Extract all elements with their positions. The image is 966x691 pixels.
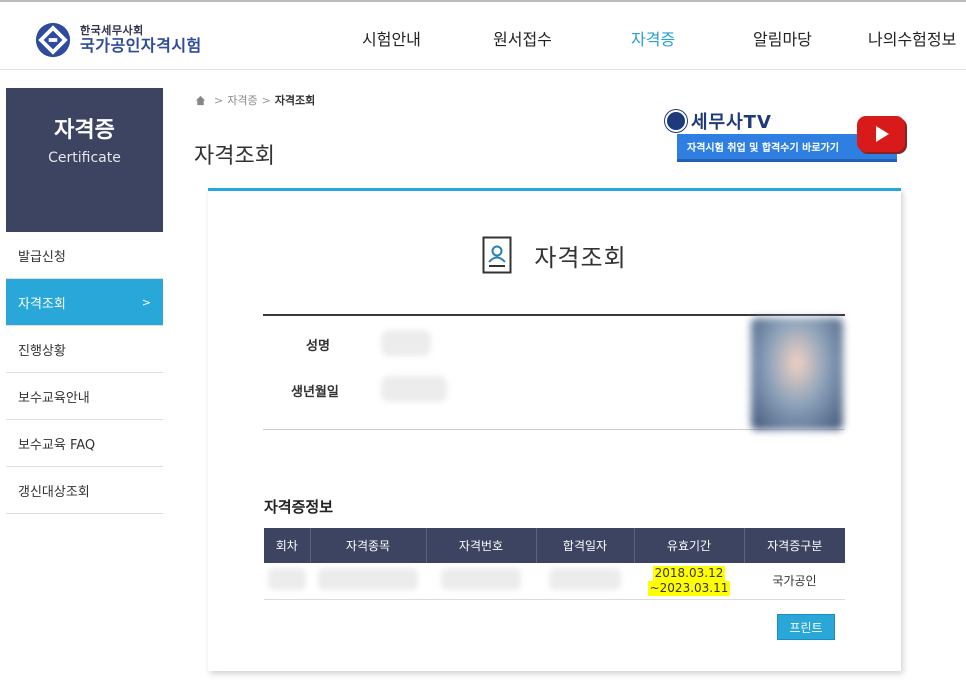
certificate-class-cell: 국가공인: [744, 563, 845, 600]
col-round: 회차: [264, 528, 311, 563]
sidebar-item-renewal-lookup[interactable]: 갱신대상조회: [6, 467, 163, 514]
tv-emblem-icon: [665, 110, 687, 132]
sidebar-menu: 발급신청 자격조회 > 진행상황 보수교육안내 보수교육 FAQ 갱신대상조회: [6, 232, 163, 514]
print-button[interactable]: 프린트: [777, 614, 835, 640]
redacted-block: [318, 568, 418, 591]
certificate-info-title: 자격증정보: [264, 498, 334, 516]
tax-tv-banner[interactable]: 세무사TV 자격시험 취업 및 합격수기 바로가기: [665, 108, 915, 166]
sidebar-title: 자격증: [54, 118, 115, 143]
sidebar-item-label: 보수교육안내: [18, 390, 90, 406]
col-qualification-number: 자격번호: [426, 528, 537, 563]
chevron-right-icon: >: [141, 295, 151, 309]
birthdate-label: 생년월일: [291, 385, 339, 400]
sidebar-item-label: 진행상황: [18, 343, 66, 359]
qualification-card: 자격조회 성명 생년월일 자격증정보 회차 자격종목 자격번호 합격일자 유효기…: [208, 188, 901, 671]
sidebar-header: 자격증 Certificate: [6, 88, 163, 232]
redacted-block: [268, 568, 306, 591]
col-pass-date: 합격일자: [536, 528, 635, 563]
tax-tv-logo: 세무사TV: [665, 108, 772, 134]
card-title-text: 자격조회: [534, 243, 627, 272]
table-header-row: 회차 자격종목 자격번호 합격일자 유효기간 자격증구분: [264, 528, 845, 563]
nav-certificate[interactable]: 자격증: [631, 26, 675, 50]
youtube-play-icon: [857, 116, 905, 152]
breadcrumb-separator: >: [214, 93, 224, 107]
sidebar-item-training-info[interactable]: 보수교육안내: [6, 373, 163, 420]
tax-tv-logo-text: 세무사TV: [691, 112, 772, 133]
name-value-redacted: [381, 330, 431, 356]
sidebar-subtitle: Certificate: [48, 150, 121, 166]
sidebar-item-training-faq[interactable]: 보수교육 FAQ: [6, 420, 163, 467]
site-header: 한국세무사회 국가공인자격시험 시험안내 원서접수 자격증 알림마당 나의수험정…: [0, 0, 966, 70]
sidebar-item-qualification-lookup[interactable]: 자격조회 >: [6, 279, 163, 326]
valid-to: ~2023.03.11: [647, 580, 731, 596]
table-row: 2018.03.12 ~2023.03.11 국가공인: [264, 563, 845, 600]
sidebar-item-issue-request[interactable]: 발급신청: [6, 232, 163, 279]
sidebar-item-progress-status[interactable]: 진행상황: [6, 326, 163, 373]
birthdate-value-redacted: [381, 376, 447, 402]
round-cell-redacted: [264, 563, 310, 600]
id-card-icon: [482, 236, 512, 274]
col-certificate-class: 자격증구분: [744, 528, 845, 563]
play-triangle-icon: [876, 126, 889, 142]
nav-my-exam-info[interactable]: 나의수험정보: [868, 26, 956, 50]
col-qualification-type: 자격종목: [310, 528, 427, 563]
sidebar-item-label: 발급신청: [18, 249, 66, 265]
card-title: 자격조회: [208, 236, 901, 274]
sidebar-item-label: 자격조회: [18, 296, 66, 312]
qualification-type-cell-redacted: [310, 563, 426, 600]
qualification-number-cell-redacted: [426, 563, 536, 600]
page-title: 자격조회: [194, 144, 275, 169]
certificate-table: 회차 자격종목 자격번호 합격일자 유효기간 자격증구분 2018.03.12 …: [264, 528, 845, 600]
valid-from: 2018.03.12: [652, 565, 726, 581]
col-valid-period: 유효기간: [634, 528, 745, 563]
breadcrumb-current: 자격조회: [274, 94, 316, 107]
profile-photo: [751, 318, 843, 430]
profile-section: 성명 생년월일: [263, 314, 845, 430]
nav-notice[interactable]: 알림마당: [753, 26, 812, 50]
valid-period-cell: 2018.03.12 ~2023.03.11: [634, 563, 744, 600]
main-nav: 시험안내 원서접수 자격증 알림마당 나의수험정보: [0, 26, 966, 50]
home-icon[interactable]: [195, 95, 206, 106]
breadcrumb: > 자격증 > 자격조회: [195, 92, 315, 108]
breadcrumb-separator: >: [261, 93, 271, 107]
breadcrumb-parent[interactable]: 자격증: [227, 92, 257, 108]
sidebar-item-label: 보수교육 FAQ: [18, 437, 96, 453]
redacted-block: [441, 568, 521, 591]
name-label: 성명: [306, 339, 330, 354]
nav-exam-info[interactable]: 시험안내: [362, 26, 421, 50]
nav-application[interactable]: 원서접수: [493, 26, 552, 50]
pass-date-cell-redacted: [536, 563, 634, 600]
redacted-block: [549, 568, 621, 591]
sidebar-item-label: 갱신대상조회: [18, 484, 90, 500]
